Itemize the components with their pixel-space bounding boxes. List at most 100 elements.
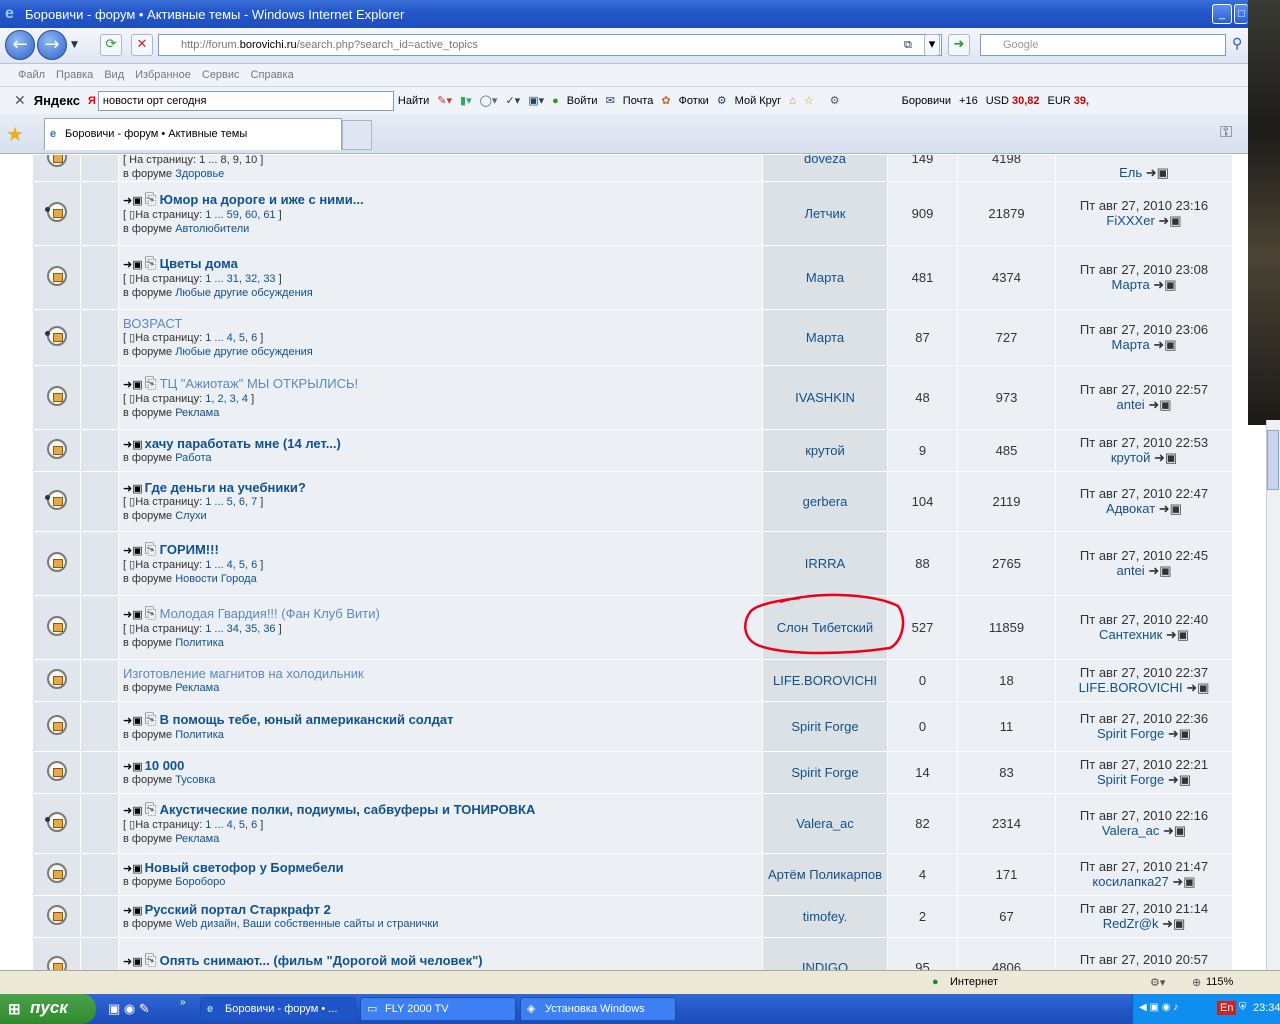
topic-title-link[interactable]: Молодая Гвардия!!! (Фан Клуб Вити) (160, 606, 380, 621)
login-link[interactable]: Войти (567, 95, 598, 107)
stop-icon[interactable]: ✕ (131, 34, 153, 56)
new-post-icon[interactable]: ➜▣ (123, 904, 143, 917)
topic-title-link[interactable]: хачу паработать мне (14 лет...) (145, 436, 341, 451)
last-post-user[interactable]: Valera_ac (1102, 823, 1160, 838)
new-post-icon[interactable]: ➜▣ (123, 714, 143, 727)
last-post-user[interactable]: FiXXXer (1106, 213, 1154, 228)
last-post-icon[interactable]: ➜▣ (1162, 627, 1189, 642)
new-post-icon[interactable]: ➜▣ (123, 194, 143, 207)
topic-forum-link[interactable]: Реклама (175, 407, 219, 419)
favorites-star-icon[interactable]: ★ (6, 122, 24, 146)
topic-forum-link[interactable]: Тусовка (175, 774, 215, 786)
last-post-user[interactable]: Spirit Forge (1097, 726, 1164, 741)
chat-icon[interactable]: ◯▾ (480, 94, 498, 107)
topic-title-link[interactable]: Юмор на дороге и иже с ними... (160, 192, 364, 207)
last-post-user[interactable]: Марта (1112, 277, 1150, 292)
topic-forum-link[interactable]: Любые другие обсуждения (175, 287, 313, 299)
vertical-scrollbar[interactable] (1266, 420, 1280, 970)
home-icon[interactable]: ⌂ (789, 95, 796, 107)
topic-author[interactable]: IVASHKIN (762, 365, 888, 430)
maximize-button[interactable]: □ (1234, 4, 1248, 24)
last-post-user[interactable]: Марта (1112, 337, 1150, 352)
last-post-user[interactable]: antei (1117, 397, 1145, 412)
menu-file[interactable]: Файл (18, 69, 45, 81)
topic-title-link[interactable]: Где деньги на учебники? (145, 480, 306, 495)
menu-favorites[interactable]: Избранное (135, 69, 191, 81)
topic-forum-link[interactable]: Работа (175, 452, 211, 464)
yandex-search-input[interactable]: новости орт сегодня (97, 90, 394, 111)
settings-gear-icon[interactable]: ⚙ (830, 94, 840, 107)
topic-pages[interactable]: 1 ... 4, 5, 6 (205, 332, 257, 344)
topic-author[interactable]: gerbera (762, 471, 888, 532)
topic-forum-link[interactable]: Политика (175, 637, 224, 649)
close-toolbar-icon[interactable]: ✕ (14, 92, 26, 109)
topic-author[interactable]: Spirit Forge (762, 751, 888, 794)
zoom-level[interactable]: 115% (1206, 976, 1233, 988)
last-post-user[interactable]: LIFE.BOROVICHI (1079, 680, 1183, 695)
refresh-icon[interactable]: ⟳ (100, 34, 122, 56)
topic-pages[interactable]: 1 ... 59, 60, 61 (205, 209, 275, 221)
topic-author[interactable]: INDIGO (762, 937, 888, 970)
topic-title-link[interactable]: ГОРИМ!!! (160, 542, 219, 557)
topic-pages[interactable]: 1 ... 4, 5, 6 (205, 559, 257, 571)
topic-pages[interactable]: На страницу: 1 ... 8, 9, 10 (129, 155, 257, 166)
my-circle-link[interactable]: Мой Круг (735, 95, 782, 107)
last-post-user[interactable]: крутой (1111, 450, 1151, 465)
topic-author[interactable]: LIFE.BOROVICHI (762, 659, 888, 702)
last-post-user[interactable]: Spirit Forge (1097, 772, 1164, 787)
language-indicator[interactable]: En (1217, 1001, 1237, 1015)
new-post-icon[interactable]: ➜▣ (123, 608, 143, 621)
signal-icon[interactable]: ▮▾ (460, 94, 472, 107)
task-forum[interactable]: e Боровичи - форум • ... (200, 997, 356, 1021)
menu-tools[interactable]: Сервис (202, 69, 240, 81)
topic-forum-link[interactable]: Новости Города (175, 573, 257, 585)
scrollbar-thumb[interactable] (1267, 430, 1279, 490)
new-post-icon[interactable]: ➜▣ (123, 804, 143, 817)
last-post-icon[interactable]: ➜▣ (1145, 397, 1171, 412)
history-dropdown-icon[interactable]: ▼ (71, 40, 78, 50)
last-post-icon[interactable]: ➜▣ (1164, 726, 1191, 741)
topic-title-link[interactable]: Русский портал Старкрафт 2 (145, 902, 331, 917)
topic-forum-link[interactable]: Здоровье (175, 168, 224, 180)
topic-title-link[interactable]: ВОЗРАСТ (123, 316, 182, 331)
new-post-icon[interactable]: ➜▣ (123, 760, 143, 773)
new-post-icon[interactable]: ➜▣ (123, 482, 143, 495)
forward-button[interactable]: → (37, 30, 67, 60)
topic-title-link[interactable]: Опять снимают... (фильм "Дорогой мой чел… (160, 953, 483, 968)
new-tab-button[interactable] (342, 120, 372, 150)
topic-title-link[interactable]: Цветы дома (160, 256, 238, 271)
topic-author[interactable]: Valera_ac (762, 793, 888, 854)
spellcheck-icon[interactable]: ✓▾ (505, 94, 520, 107)
address-bar[interactable]: http://forum.borovichi.ru/search.php?sea… (158, 34, 942, 56)
last-post-icon[interactable]: ➜▣ (1146, 165, 1169, 180)
minimize-button[interactable]: _ (1212, 4, 1232, 24)
topic-title-link[interactable]: ТЦ "Ажиотаж" МЫ ОТКРЫЛИСЬ! (160, 376, 358, 391)
quicklaunch-more-icon[interactable]: » (180, 997, 186, 1008)
last-post-icon[interactable]: ➜▣ (1155, 501, 1182, 516)
topic-author[interactable]: doveza (762, 155, 888, 182)
topic-title-link[interactable]: Акустические полки, подиумы, сабвуферы и… (160, 802, 536, 817)
search-input[interactable]: Google (980, 34, 1226, 56)
last-post-icon[interactable]: ➜▣ (1159, 823, 1186, 838)
yandex-find-button[interactable]: Найти (398, 95, 429, 107)
last-post-icon[interactable]: ➜▣ (1159, 916, 1185, 931)
topic-author[interactable]: Летчик (762, 181, 888, 246)
topic-forum-link[interactable]: Любые другие обсуждения (175, 346, 313, 358)
last-post-user[interactable]: Сантехник (1099, 627, 1162, 642)
last-post-icon[interactable]: ➜▣ (1169, 874, 1195, 889)
weather-city[interactable]: Боровичи (902, 95, 951, 107)
topic-title-link[interactable]: 10 000 (145, 758, 185, 773)
menu-edit[interactable]: Правка (56, 69, 93, 81)
topic-title-link[interactable]: Изготовление магнитов на холодильник (123, 666, 364, 681)
topic-forum-link[interactable]: Автолюбители (175, 223, 249, 235)
topic-author[interactable]: timofey. (762, 895, 888, 938)
go-icon[interactable]: ➜ (948, 34, 970, 56)
topic-author[interactable]: Марта (762, 245, 888, 310)
tray-icons[interactable]: ◀ ▣ ◉ ♪ (1139, 1002, 1178, 1013)
topic-title-link[interactable]: Новый светофор у Бормебели (145, 860, 344, 875)
topic-forum-link[interactable]: Реклама (175, 833, 219, 845)
tab-active-topics[interactable]: e Боровичи - форум • Активные темы (44, 118, 342, 150)
topic-forum-link[interactable]: Бороборо (175, 876, 225, 888)
new-post-icon[interactable]: ➜▣ (123, 378, 143, 391)
last-post-user[interactable]: косилапка27 (1092, 874, 1168, 889)
